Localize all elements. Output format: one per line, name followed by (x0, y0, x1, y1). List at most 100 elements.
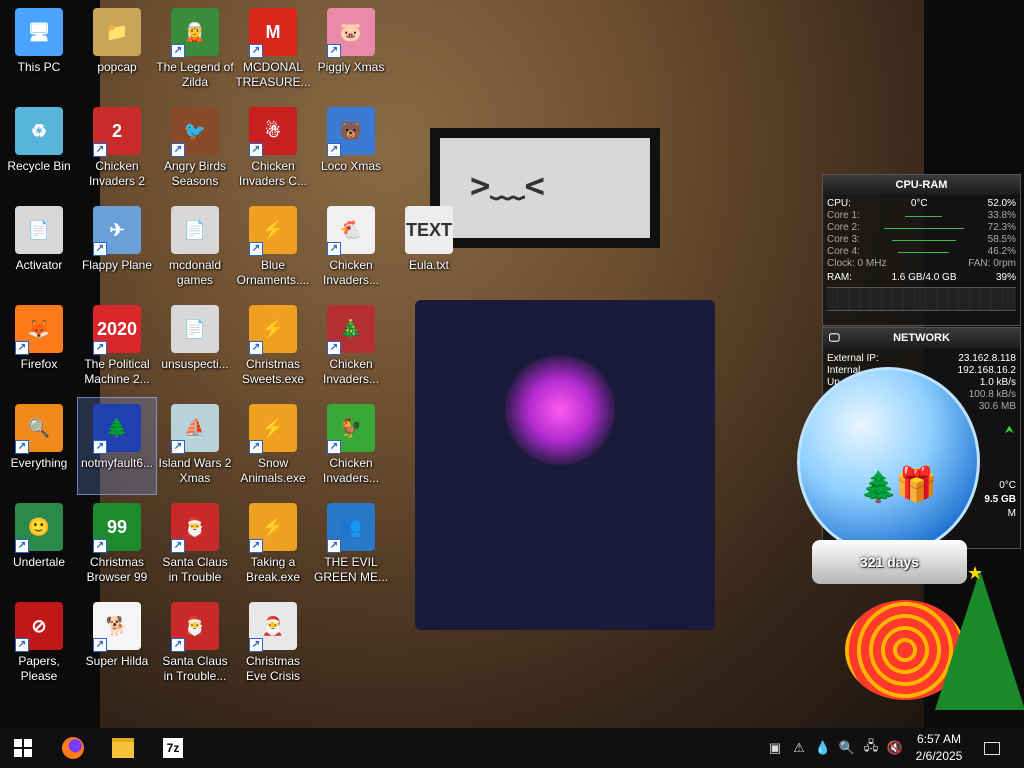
app-icon: 🙂 ↗ (15, 503, 63, 553)
app-icon: 🔍 ↗ (15, 404, 63, 454)
cpu-ram-gadget[interactable]: CPU-RAM CPU: 0°C 52.0% Core 1: 33.8% Core … (822, 174, 1021, 326)
shortcut-arrow-icon: ↗ (249, 44, 263, 58)
shortcut-arrow-icon: ↗ (93, 539, 107, 553)
desktop-icon[interactable]: 2 ↗ Chicken Invaders 2 (78, 101, 156, 197)
desktop-icon[interactable]: ⚡ ↗ Taking a Break.exe (234, 497, 312, 593)
shortcut-arrow-icon: ↗ (327, 440, 341, 454)
desktop-icon[interactable]: 🐻 ↗ Loco Xmas (312, 101, 390, 197)
desktop-icon[interactable]: 👥 ↗ THE EVIL GREEN ME... (312, 497, 390, 593)
device-icon[interactable]: ▣ (764, 728, 786, 768)
robot-face: >﹏< (470, 166, 545, 206)
desktop-icon[interactable]: 99 ↗ Christmas Browser 99 (78, 497, 156, 593)
clock-readout: Clock: 0 MHz (827, 258, 887, 269)
desktop-icon[interactable]: 🖥 This PC (0, 2, 78, 98)
desktop-icon-label: Santa Claus in Trouble... A... (162, 654, 228, 683)
ram-graph (827, 287, 1016, 311)
app-icon: 2020 ↗ (93, 305, 141, 355)
ram-value: 1.6 GB/4.0 GB (891, 272, 957, 283)
desktop-icon-label: Chicken Invaders C... (238, 159, 308, 188)
desktop-icon-label: Undertale (12, 555, 66, 569)
desktop-icon-label: Activator (15, 258, 63, 272)
shortcut-arrow-icon: ↗ (93, 638, 107, 652)
desktop-icon[interactable]: ✈ ↗ Flappy Plane (78, 200, 156, 296)
desktop-icon[interactable]: ⚡ ↗ Christmas Sweets.exe (234, 299, 312, 395)
shortcut-arrow-icon: ↗ (171, 44, 185, 58)
app-icon: ⛵ ↗ (171, 404, 219, 454)
desktop-icon[interactable]: 📁 popcap (78, 2, 156, 98)
desktop-icon[interactable]: 🌲 ↗ notmyfault6... (77, 397, 157, 495)
shortcut-arrow-icon: ↗ (327, 44, 341, 58)
desktop-icon-label: Loco Xmas (320, 159, 382, 173)
search-icon[interactable]: 🔍 (836, 728, 858, 768)
desktop-icon[interactable]: 🎄 ↗ Chicken Invaders... (312, 299, 390, 395)
clock[interactable]: 6:57 AM 2/6/2025 (908, 731, 970, 765)
desktop-icon[interactable]: ⊘ ↗ Papers, Please (0, 596, 78, 692)
taskbar-firefox[interactable] (50, 728, 96, 768)
desktop-icon[interactable]: 📄 mcdonald games (156, 200, 234, 296)
monitor-icon: 🖵 (829, 332, 840, 344)
cpu-temp: 0°C (910, 198, 928, 209)
desktop-icon[interactable]: 🎅 ↗ Santa Claus in Trouble (156, 497, 234, 593)
internal-ip: 192.168.16.2 (957, 365, 1016, 376)
desktop-icon[interactable]: ⚡ ↗ Snow Animals.exe (234, 398, 312, 494)
snow-globe[interactable]: 🎁 🌲 (797, 367, 980, 556)
app-icon: 📄 (15, 206, 63, 254)
desktop-icon[interactable]: 2020 ↗ The Political Machine 2... (78, 299, 156, 395)
christmas-tree-decoration (935, 570, 1024, 710)
desktop-icon[interactable]: ⚡ ↗ Blue Ornaments.... (234, 200, 312, 296)
shortcut-arrow-icon: ↗ (327, 341, 341, 355)
snowy-tree-icon: 🌲 (860, 471, 898, 504)
app-icon: ⚡ ↗ (249, 206, 297, 256)
desktop-icon-label: Papers, Please (18, 654, 60, 683)
desktop-icon[interactable]: 🐕 ↗ Super Hilda (78, 596, 156, 692)
desktop-icon[interactable]: 🐷 ↗ Piggly Xmas (312, 2, 390, 98)
app-icon: 99 ↗ (93, 503, 141, 553)
star-icon: ★ (967, 563, 984, 583)
network-upload-arrow-icon: ⮝ (1004, 424, 1014, 436)
volume-muted-icon[interactable]: 🔇 (884, 728, 906, 768)
app-icon: 🐔 ↗ (327, 206, 375, 256)
desktop-icon-label: Recycle Bin (7, 159, 71, 173)
desktop-icon[interactable]: 🐔 ↗ Chicken Invaders... (312, 200, 390, 296)
extra-value: 9.5 GB (984, 494, 1016, 505)
desktop-icon[interactable]: 🙂 ↗ Undertale (0, 497, 78, 593)
desktop-icon[interactable]: 📄 Activator (0, 200, 78, 296)
desktop-icon-label: Chicken Invaders... (322, 456, 380, 485)
desktop-icon-label: Island Wars 2 Xmas (158, 456, 232, 485)
core-percent: 46.2% (987, 246, 1016, 257)
core-usage-bar (905, 215, 943, 217)
desktop-icon[interactable]: 🎅 ↗ Christmas Eve Crisis (234, 596, 312, 692)
drop-icon[interactable]: 💧 (812, 728, 834, 768)
core-row: Core 1: 33.8% (823, 210, 1020, 222)
gift-boxes-icon: 🎁 (895, 466, 938, 504)
desktop-icon-label: Everything (10, 456, 68, 470)
taskbar-7zip[interactable]: 7z (150, 728, 196, 768)
desktop-icon[interactable]: 🧝 ↗ The Legend of Zilda (156, 2, 234, 98)
desktop-icon[interactable]: 🔍 ↗ Everything (0, 398, 78, 494)
desktop-icon[interactable]: 🐓 ↗ Chicken Invaders... (312, 398, 390, 494)
desktop-icon[interactable]: ☃ ↗ Chicken Invaders C... (234, 101, 312, 197)
desktop-icon[interactable]: ♻ Recycle Bin (0, 101, 78, 197)
desktop-icon[interactable]: TEXT Eula.txt (390, 200, 468, 296)
desktop-icon[interactable]: 🎅↗Santa Claus in Trouble... A... (156, 596, 234, 692)
taskbar-file-explorer[interactable] (100, 728, 146, 768)
fan-readout: FAN: 0rpm (968, 258, 1016, 269)
network-warning-icon[interactable]: ⚠ (788, 728, 810, 768)
external-ip: 23.162.8.118 (958, 353, 1016, 364)
desktop-icon[interactable]: 📄 unsuspecti... (156, 299, 234, 395)
desktop-icon[interactable]: 🐦 ↗ Angry Birds Seasons (156, 101, 234, 197)
desktop-icon[interactable]: ⛵ ↗ Island Wars 2 Xmas (156, 398, 234, 494)
desktop-icon[interactable]: M ↗ MCDONAL TREASURE... (234, 2, 312, 98)
7zip-icon: 7z (163, 738, 183, 758)
shortcut-arrow-icon: ↗ (15, 539, 29, 553)
app-icon: 🧝 ↗ (171, 8, 219, 58)
ram-percent: 39% (995, 272, 1016, 283)
desktop-icon-label: Christmas Browser 99 (86, 555, 148, 584)
desktop-icon-label: Piggly Xmas (317, 60, 385, 74)
notification-center-button[interactable] (980, 728, 1004, 768)
desktop-icon-label: notmyfault6... (80, 456, 154, 470)
app-icon: 🐓 ↗ (327, 404, 375, 454)
desktop-icon[interactable]: 🦊 ↗ Firefox (0, 299, 78, 395)
start-button[interactable] (0, 728, 46, 768)
network-icon[interactable]: 🖧 (860, 728, 882, 768)
